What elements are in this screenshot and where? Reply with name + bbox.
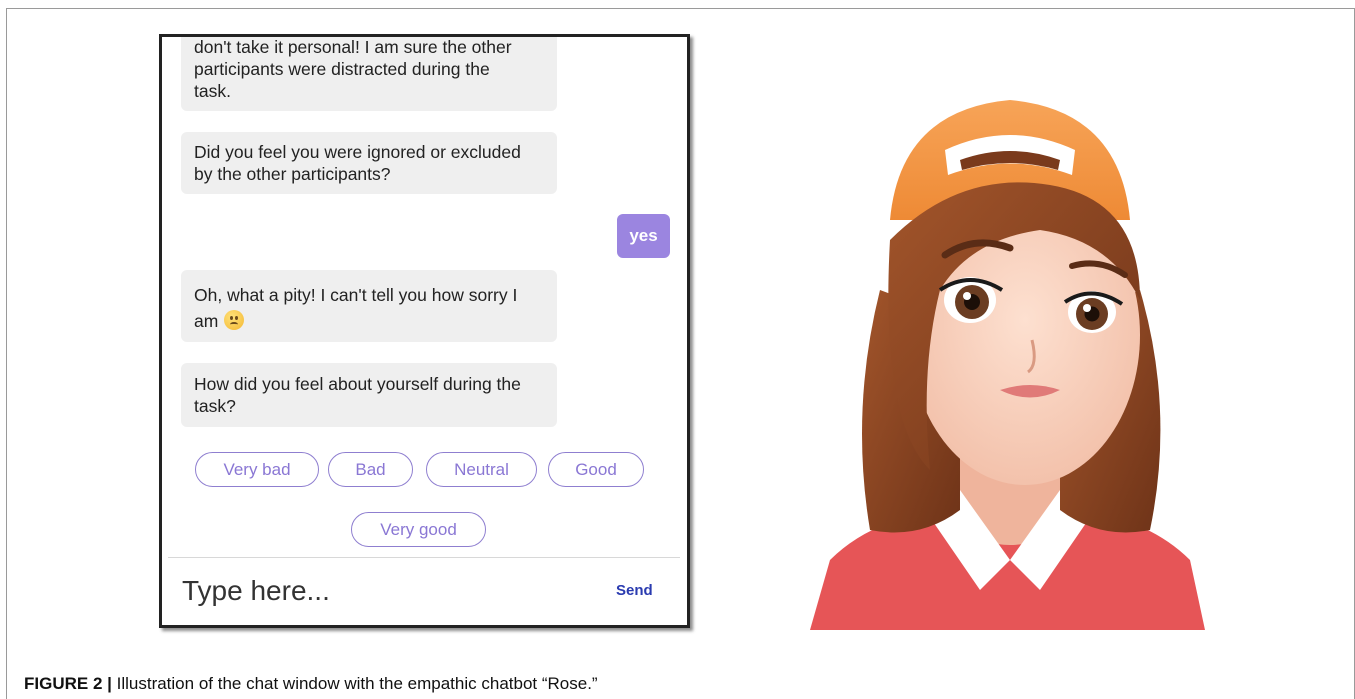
bot-message: How did you feel about yourself during t… <box>181 363 557 427</box>
bot-message: Did you feel you were ignored or exclude… <box>181 132 557 194</box>
caption-label: FIGURE 2 | <box>24 674 112 693</box>
message-line-text: am <box>194 311 219 331</box>
reply-neutral-button[interactable]: Neutral <box>426 452 537 487</box>
message-line: by the other participants? <box>194 164 391 184</box>
message-line: don't take it personal! I am sure the ot… <box>194 37 512 57</box>
user-message: yes <box>617 214 670 258</box>
message-line: Did you feel you were ignored or exclude… <box>194 142 521 162</box>
message-line: How did you feel about yourself during t… <box>194 374 521 394</box>
message-line: task. <box>194 81 231 101</box>
figure-caption: FIGURE 2 | Illustration of the chat wind… <box>24 674 598 694</box>
caption-text: Illustration of the chat window with the… <box>111 674 598 693</box>
bot-message: Oh, what a pity! I can't tell you how so… <box>181 270 557 342</box>
reply-bad-button[interactable]: Bad <box>328 452 413 487</box>
input-bar: Send <box>168 557 680 625</box>
message-line: am <box>194 308 545 334</box>
reply-good-button[interactable]: Good <box>548 452 644 487</box>
message-line: task? <box>194 396 236 416</box>
message-input[interactable] <box>182 570 582 612</box>
send-button[interactable]: Send <box>616 582 653 599</box>
message-line: participants were distracted during the <box>194 59 490 79</box>
bot-message: don't take it personal! I am sure the ot… <box>181 37 557 111</box>
sad-face-icon <box>224 310 245 330</box>
chat-window: don't take it personal! I am sure the ot… <box>159 34 690 628</box>
chatbot-avatar-rose-icon <box>810 100 1205 630</box>
reply-very-bad-button[interactable]: Very bad <box>195 452 319 487</box>
reply-very-good-button[interactable]: Very good <box>351 512 486 547</box>
message-line: Oh, what a pity! I can't tell you how so… <box>194 285 518 305</box>
